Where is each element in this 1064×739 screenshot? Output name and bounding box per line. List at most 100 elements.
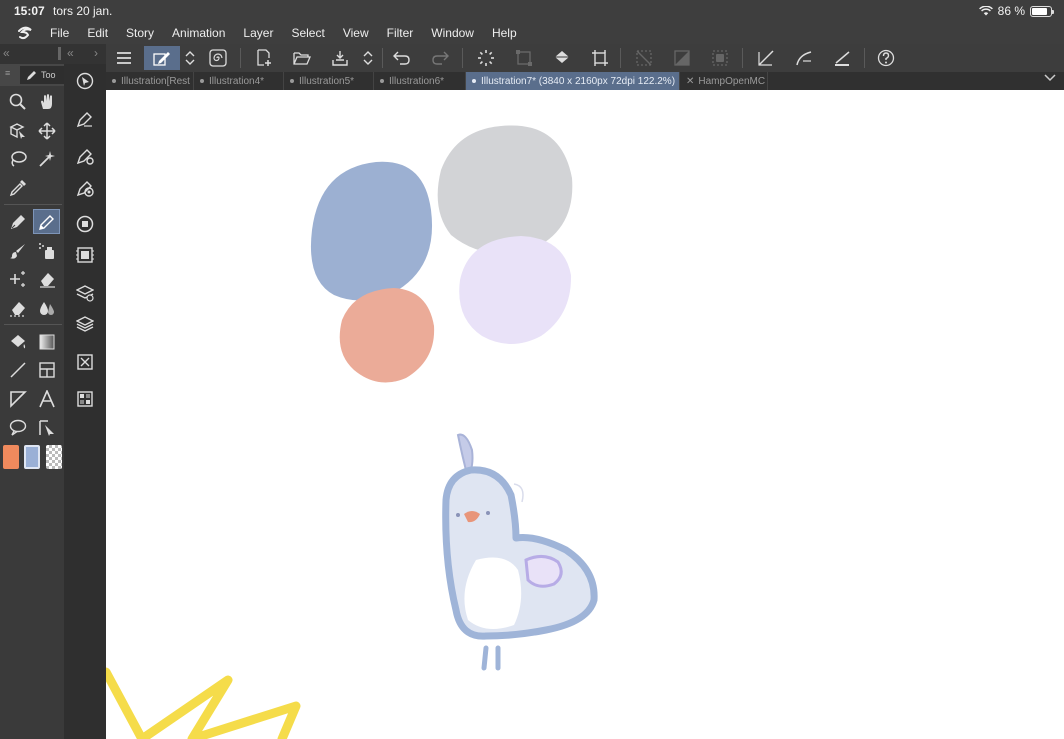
correction-curve-icon[interactable] <box>752 46 780 70</box>
invert-selection-icon[interactable] <box>668 46 696 70</box>
airbrush-tool-icon[interactable] <box>33 238 60 263</box>
menu-file[interactable]: File <box>50 26 69 40</box>
redo-icon[interactable] <box>426 46 454 70</box>
close-tab-icon[interactable]: ✕ <box>686 76 694 87</box>
document-tab-active[interactable]: Illustration7* (3840 x 2160px 72dpi 122.… <box>466 72 680 90</box>
yellow-zigzag-stroke <box>101 667 301 739</box>
text-tool-icon[interactable] <box>33 386 60 411</box>
new-file-icon[interactable] <box>250 46 278 70</box>
show-selection-icon[interactable] <box>706 46 734 70</box>
toolbar-separator <box>462 48 463 68</box>
menu-help[interactable]: Help <box>492 26 517 40</box>
open-folder-icon[interactable] <box>288 46 316 70</box>
ruler-tool-icon[interactable] <box>4 386 31 411</box>
collapse-left-icon[interactable]: « <box>3 46 10 60</box>
magic-wand-icon[interactable] <box>33 146 60 171</box>
document-tab[interactable]: Illustration[Rest <box>106 72 194 90</box>
pencil-tool-icon[interactable] <box>33 209 60 234</box>
help-icon[interactable] <box>872 46 900 70</box>
updown-arrows-icon[interactable] <box>180 46 200 70</box>
menu-edit[interactable]: Edit <box>87 26 108 40</box>
layer-property-icon[interactable] <box>74 282 96 304</box>
expand-right-icon[interactable]: › <box>94 46 98 60</box>
chevron-down-icon[interactable] <box>1044 74 1056 85</box>
bird-sketch <box>442 433 598 671</box>
left-panel-header: « « › <box>0 44 106 64</box>
move-layer-icon[interactable] <box>33 118 60 143</box>
color-wheel-icon[interactable] <box>74 213 96 235</box>
modify-mode-icon[interactable] <box>144 46 180 70</box>
document-tab[interactable]: Illustration6* <box>374 72 466 90</box>
material-icon[interactable] <box>74 351 96 373</box>
swirl-icon[interactable] <box>204 46 232 70</box>
status-date: tors 20 jan. <box>53 4 113 18</box>
menu-story[interactable]: Story <box>126 26 154 40</box>
hamburger-menu-icon[interactable] <box>110 46 138 70</box>
panel-divider <box>58 47 61 60</box>
zoom-tool-icon[interactable] <box>4 89 31 114</box>
menu-window[interactable]: Window <box>431 26 474 40</box>
correct-line-icon[interactable] <box>33 415 60 440</box>
eraser-tool-icon[interactable] <box>33 266 60 291</box>
crop-canvas-icon[interactable] <box>586 46 614 70</box>
lasso-selection-icon[interactable] <box>4 146 31 171</box>
decoration-tool-icon[interactable] <box>4 266 31 291</box>
save-icon[interactable] <box>326 46 354 70</box>
wifi-icon <box>978 6 993 16</box>
loading-spinner-icon[interactable] <box>472 46 500 70</box>
document-tab[interactable]: Illustration5* <box>284 72 374 90</box>
figure-tool-icon[interactable] <box>4 357 31 382</box>
document-tab[interactable]: ✕ HampOpenMC <box>680 72 768 90</box>
menu-view[interactable]: View <box>343 26 369 40</box>
menu-bar: File Edit Story Animation Layer Select V… <box>0 21 1064 44</box>
blue-color-blob <box>310 161 433 301</box>
stabilization-icon[interactable] <box>790 46 818 70</box>
sub-tool-icon[interactable] <box>74 108 96 130</box>
brush-tool-icon[interactable] <box>4 238 31 263</box>
document-tab[interactable]: Illustration4* <box>194 72 284 90</box>
menu-animation[interactable]: Animation <box>172 26 225 40</box>
hand-tool-icon[interactable] <box>33 89 60 114</box>
toolbar-separator <box>864 48 865 68</box>
main-color-swatch[interactable] <box>3 445 19 469</box>
sub-color-swatch[interactable] <box>24 445 40 469</box>
drawing-canvas[interactable] <box>101 90 1064 739</box>
menu-filter[interactable]: Filter <box>387 26 414 40</box>
tab-label: Illustration[Rest <box>121 75 190 87</box>
tool-property-icon[interactable] <box>74 145 96 167</box>
blend-tool-icon[interactable] <box>33 295 60 320</box>
menu-layer[interactable]: Layer <box>243 26 273 40</box>
balloon-tool-icon[interactable] <box>4 415 31 440</box>
tab-label: Illustration7* (3840 x 2160px 72dpi 122.… <box>481 75 676 87</box>
animation-timeline-icon[interactable] <box>74 244 96 266</box>
brush-size-icon[interactable] <box>74 177 96 199</box>
object-tool-icon[interactable] <box>4 118 31 143</box>
sub-view-icon[interactable] <box>74 388 96 410</box>
app-logo-icon[interactable] <box>0 26 50 40</box>
toolbar-separator <box>742 48 743 68</box>
line-width-icon[interactable] <box>828 46 856 70</box>
tool-palette-tab[interactable]: Too <box>20 66 64 84</box>
tab-label: HampOpenMC <box>698 75 766 87</box>
fill-tool-icon[interactable] <box>4 329 31 354</box>
layers-icon[interactable] <box>74 313 96 335</box>
transparent-color-swatch[interactable] <box>46 445 62 469</box>
gradient-tool-icon[interactable] <box>33 329 60 354</box>
palette-menu-icon[interactable]: ≡ <box>5 68 10 78</box>
tool-palette-header: ≡ Too <box>0 64 64 86</box>
transform-disabled-icon[interactable] <box>510 46 538 70</box>
collapse-strip-icon[interactable]: « <box>67 46 74 60</box>
updown-arrows-icon[interactable] <box>358 46 378 70</box>
peach-color-blob <box>339 288 435 383</box>
undo-icon[interactable] <box>388 46 416 70</box>
navigator-icon[interactable] <box>74 70 96 92</box>
battery-icon <box>1030 5 1054 17</box>
pen-tool-icon[interactable] <box>4 209 31 234</box>
eyedropper-icon[interactable] <box>4 175 31 200</box>
eraser-alt-icon[interactable] <box>4 295 31 320</box>
fill-bucket-icon[interactable] <box>548 46 576 70</box>
artwork <box>101 125 598 739</box>
clear-selection-icon[interactable] <box>630 46 658 70</box>
frame-border-icon[interactable] <box>33 357 60 382</box>
menu-select[interactable]: Select <box>291 26 324 40</box>
